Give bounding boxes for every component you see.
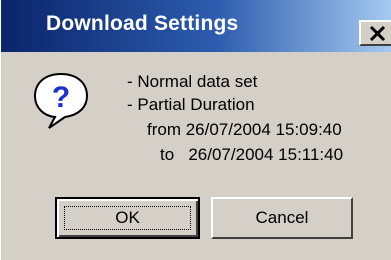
message-line-dataset: - Normal data set: [127, 72, 258, 91]
focus-rectangle: [64, 206, 191, 230]
cancel-button[interactable]: Cancel: [211, 197, 353, 239]
download-settings-dialog: Download Settings ? - Normal data set - …: [0, 0, 391, 260]
message-line-to: to 26/07/2004 15:11:40: [160, 145, 344, 164]
question-icon: ?: [29, 68, 93, 132]
close-icon: [369, 25, 386, 42]
close-button[interactable]: [359, 20, 391, 46]
message-line-duration: - Partial Duration: [127, 95, 255, 114]
title-bar[interactable]: Download Settings: [1, 0, 391, 52]
svg-text:?: ?: [52, 81, 70, 114]
ok-button[interactable]: OK: [55, 197, 200, 239]
window-title: Download Settings: [46, 12, 239, 35]
message-line-from: from 26/07/2004 15:09:40: [147, 120, 342, 139]
cancel-button-label: Cancel: [255, 208, 309, 227]
